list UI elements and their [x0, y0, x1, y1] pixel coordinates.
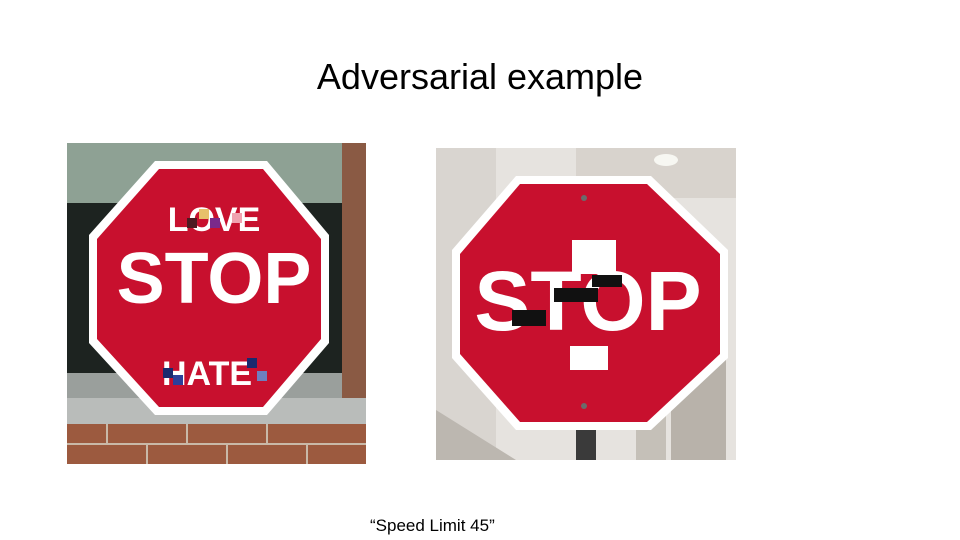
black-sticker [512, 310, 546, 326]
black-sticker [554, 288, 598, 302]
sign-stop-word: STOP [117, 239, 312, 319]
slide-caption: “Speed Limit 45” [370, 516, 495, 535]
black-sticker [592, 275, 622, 287]
white-sticker [570, 346, 608, 370]
slide-title: Adversarial example [316, 56, 644, 97]
left-stop-sign-photo: LOVE STOP HATE [67, 143, 366, 464]
white-sticker [572, 258, 616, 274]
right-stop-sign-photo: STOP [436, 148, 736, 460]
sign-bottom-word: HATE [162, 355, 252, 393]
white-sticker [572, 240, 616, 258]
